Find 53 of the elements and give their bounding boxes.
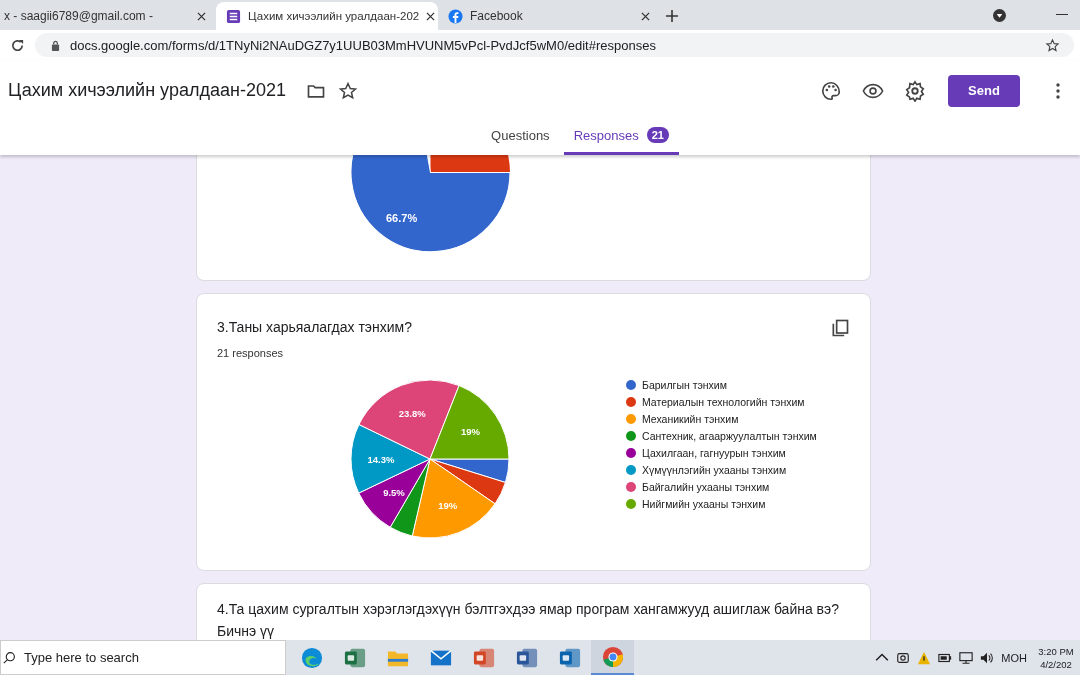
browser-tab[interactable]: x - saagii6789@gmail.com - [0, 2, 216, 30]
search-icon [3, 651, 16, 664]
legend-label: Механикийн тэнхим [642, 412, 739, 425]
close-icon[interactable] [426, 11, 436, 21]
question-title: 3.Таны харьяалагдах тэнхим? [217, 318, 412, 337]
clock-date: 4/2/202 [1040, 657, 1072, 671]
browser-tab[interactable]: Facebook [438, 2, 660, 30]
copy-icon[interactable] [830, 318, 850, 338]
camera-icon[interactable] [896, 650, 911, 665]
lock-icon [51, 39, 60, 51]
new-tab-icon[interactable] [666, 10, 678, 22]
legend-label: Материалын технологийн тэнхим [642, 395, 805, 408]
forms-icon [226, 8, 241, 24]
response-count: 21 responses [217, 347, 285, 359]
search-bar[interactable]: Type here to search [0, 640, 286, 675]
slice-label: 9.5% [383, 487, 405, 499]
language-indicator[interactable]: МОН [1001, 651, 1027, 664]
send-button[interactable]: Send [948, 74, 1020, 107]
legend-label: Сантехник, агааржуулалтын тэнхим [642, 429, 817, 442]
star-icon[interactable] [337, 80, 358, 101]
slice-label: 19% [438, 499, 458, 511]
address-bar[interactable]: docs.google.com/forms/d/1TNyNi2NAuDGZ7y1UUB03MmHVUNM5vPcl-PvdJcf5wM0/edit#responses [35, 33, 1074, 57]
network-icon[interactable] [959, 650, 974, 665]
swirl-icon [300, 646, 323, 669]
legend-label: Цахилгаан, гагнуурын тэнхим [642, 446, 786, 459]
question-title: 4.Та цахим сургалтын хэрэглэгдэхүүн бэлтгэхдээ ямар програм хангамжууд ашиглаж байна вэ? Бичнэ үү [217, 600, 840, 640]
search-field[interactable]: Type here to search [24, 647, 264, 668]
close-icon[interactable] [641, 11, 650, 21]
form-tab[interactable]: Questions [481, 121, 560, 155]
legend-label: Байгалийн ухааны тэнхим [642, 480, 770, 493]
warning-icon[interactable] [917, 650, 932, 665]
minimize-icon[interactable] [1056, 14, 1068, 16]
speaker-icon[interactable] [980, 650, 995, 665]
slice-label: 14.3% [367, 453, 395, 465]
clock-time: 3:20 PM [1038, 644, 1074, 658]
dropdown-icon[interactable] [993, 9, 1006, 22]
slice-label: 23.8% [398, 408, 426, 420]
settings-icon[interactable] [904, 79, 926, 102]
bookmark-star-icon[interactable] [1045, 37, 1060, 53]
palette-icon[interactable] [820, 79, 842, 102]
browser-tab[interactable]: Цахим хичээлийн уралдаан-202 [216, 2, 438, 30]
close-icon[interactable] [197, 11, 206, 21]
facebook-icon [448, 8, 463, 24]
legend-label: Хүмүүнлэгийн ухааны тэнхим [642, 463, 787, 476]
more-icon[interactable] [1056, 82, 1060, 99]
slice-label: 19% [461, 426, 480, 438]
taskbar-app[interactable] [591, 640, 634, 675]
form-title: Цахим хичээлийн уралдаан-2021 [8, 80, 286, 101]
reload-icon[interactable] [10, 37, 25, 53]
browser-icon [601, 645, 624, 668]
legend-label: Нийгмийн ухааны тэнхим [642, 497, 766, 510]
legend-label: Барилгын тэнхим [642, 378, 727, 391]
slice-label: 66.7% [386, 212, 418, 224]
